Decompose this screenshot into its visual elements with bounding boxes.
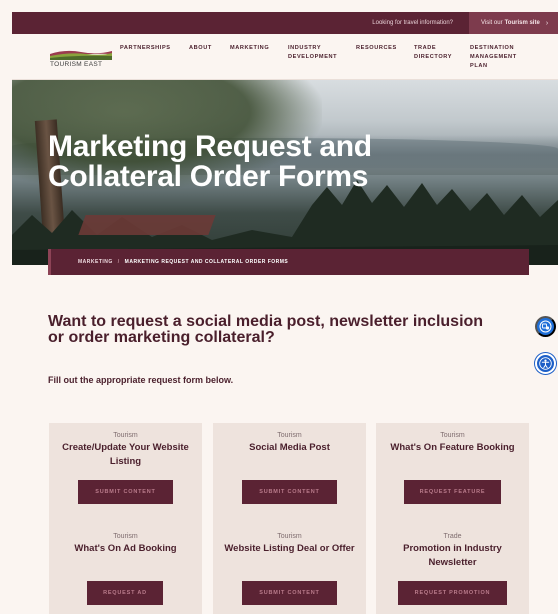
chevron-right-icon: › [545, 19, 549, 27]
nav-line: DIRECTORY [414, 54, 453, 60]
nav-line: PLAN [470, 63, 488, 69]
page-title: Marketing Request and Collateral Order F… [48, 132, 468, 192]
card-title: Website Listing Deal or Offer [224, 543, 355, 554]
breadcrumb: MARKETING / MARKETING REQUEST AND COLLAT… [48, 249, 529, 275]
hills-logo-icon [50, 50, 112, 60]
headline-line: Want to request a social media post, new… [48, 313, 484, 330]
card-website-listing: Tourism Create/Update Your Website Listi… [49, 423, 202, 525]
travel-info-link[interactable]: Looking for travel information? [356, 12, 469, 34]
hero-banner: Marketing Request and Collateral Order F… [12, 80, 558, 265]
logo-text: TOURISM EAST [50, 61, 103, 68]
title-line: Marketing Request and [48, 130, 372, 163]
nav-item-partnerships[interactable]: PARTNERSHIPS [120, 44, 171, 53]
card-category: Tourism [113, 432, 138, 439]
nav-item-destination-management-plan[interactable]: DESTINATION MANAGEMENT PLAN [470, 44, 517, 71]
main-navigation: TOURISM EAST PARTNERSHIPS ABOUT MARKETIN… [12, 34, 558, 80]
nav-item-trade-directory[interactable]: TRADE DIRECTORY [414, 44, 452, 62]
card-category: Tourism [113, 533, 138, 540]
card-title: Social Media Post [249, 442, 330, 453]
submit-content-button[interactable]: SUBMIT CONTENT [78, 480, 173, 504]
visit-strong: Tourism site [504, 20, 540, 26]
utility-bar: Looking for travel information? Visit ou… [12, 12, 558, 34]
submit-content-button[interactable]: SUBMIT CONTENT [242, 480, 337, 504]
submit-content-button[interactable]: SUBMIT CONTENT [242, 581, 337, 605]
card-whats-on-ad: Tourism What's On Ad Booking REQUEST AD [49, 524, 202, 614]
card-social-media-post: Tourism Social Media Post SUBMIT CONTENT [213, 423, 366, 525]
nav-item-resources[interactable]: RESOURCES [356, 44, 397, 53]
card-title: Create/Update Your Website Listing [55, 441, 196, 469]
card-title: What's On Feature Booking [390, 442, 515, 453]
card-industry-newsletter: Trade Promotion in Industry Newsletter R… [376, 524, 529, 614]
tourism-east-logo[interactable]: TOURISM EAST [50, 48, 112, 70]
breadcrumb-separator: / [117, 259, 120, 265]
section-headline: Want to request a social media post, new… [48, 314, 538, 346]
card-title-line: Newsletter [428, 557, 477, 568]
card-whats-on-feature: Tourism What's On Feature Booking REQUES… [376, 423, 529, 525]
visit-tourism-site-link[interactable]: Visit our Tourism site › [469, 12, 558, 34]
card-title-line: Promotion in Industry [403, 543, 502, 554]
accessibility-person-icon [539, 357, 552, 370]
visit-prefix: Visit our [481, 20, 503, 26]
card-category: Tourism [277, 432, 302, 439]
hero-building-roof [78, 215, 216, 235]
card-website-deal: Tourism Website Listing Deal or Offer SU… [213, 524, 366, 614]
nav-line: DEVELOPMENT [288, 54, 338, 60]
accessibility-menu-button[interactable] [535, 353, 556, 374]
card-title: What's On Ad Booking [74, 543, 177, 554]
breadcrumb-current: MARKETING REQUEST AND COLLATERAL ORDER F… [124, 259, 289, 265]
nav-item-industry-development[interactable]: INDUSTRY DEVELOPMENT [288, 44, 337, 62]
nav-line: MANAGEMENT [470, 54, 517, 60]
nav-line: INDUSTRY [288, 45, 322, 51]
headline-line: or order marketing collateral? [48, 329, 275, 346]
section-subtext: Fill out the appropriate request form be… [48, 375, 234, 385]
card-category: Tourism [277, 533, 302, 540]
card-title-line: Create/Update Your Website [62, 442, 189, 453]
nav-line: DESTINATION [470, 45, 515, 51]
card-category: Trade [443, 533, 462, 540]
accessibility-toolbar-button[interactable] [535, 316, 556, 337]
request-ad-button[interactable]: REQUEST AD [87, 581, 163, 605]
breadcrumb-marketing-link[interactable]: MARKETING [78, 259, 113, 265]
accessibility-toolbar-icon [539, 320, 552, 333]
page: Looking for travel information? Visit ou… [12, 12, 558, 614]
card-title: Promotion in Industry Newsletter [382, 542, 523, 570]
request-promotion-button[interactable]: REQUEST PROMOTION [398, 581, 507, 605]
card-title-line: Listing [109, 456, 142, 467]
nav-line: TRADE [414, 45, 437, 51]
request-feature-button[interactable]: REQUEST FEATURE [404, 480, 501, 504]
nav-item-about[interactable]: ABOUT [189, 44, 212, 53]
card-category: Tourism [440, 432, 465, 439]
nav-item-marketing[interactable]: MARKETING [230, 44, 269, 53]
title-line: Collateral Order Forms [48, 160, 369, 193]
